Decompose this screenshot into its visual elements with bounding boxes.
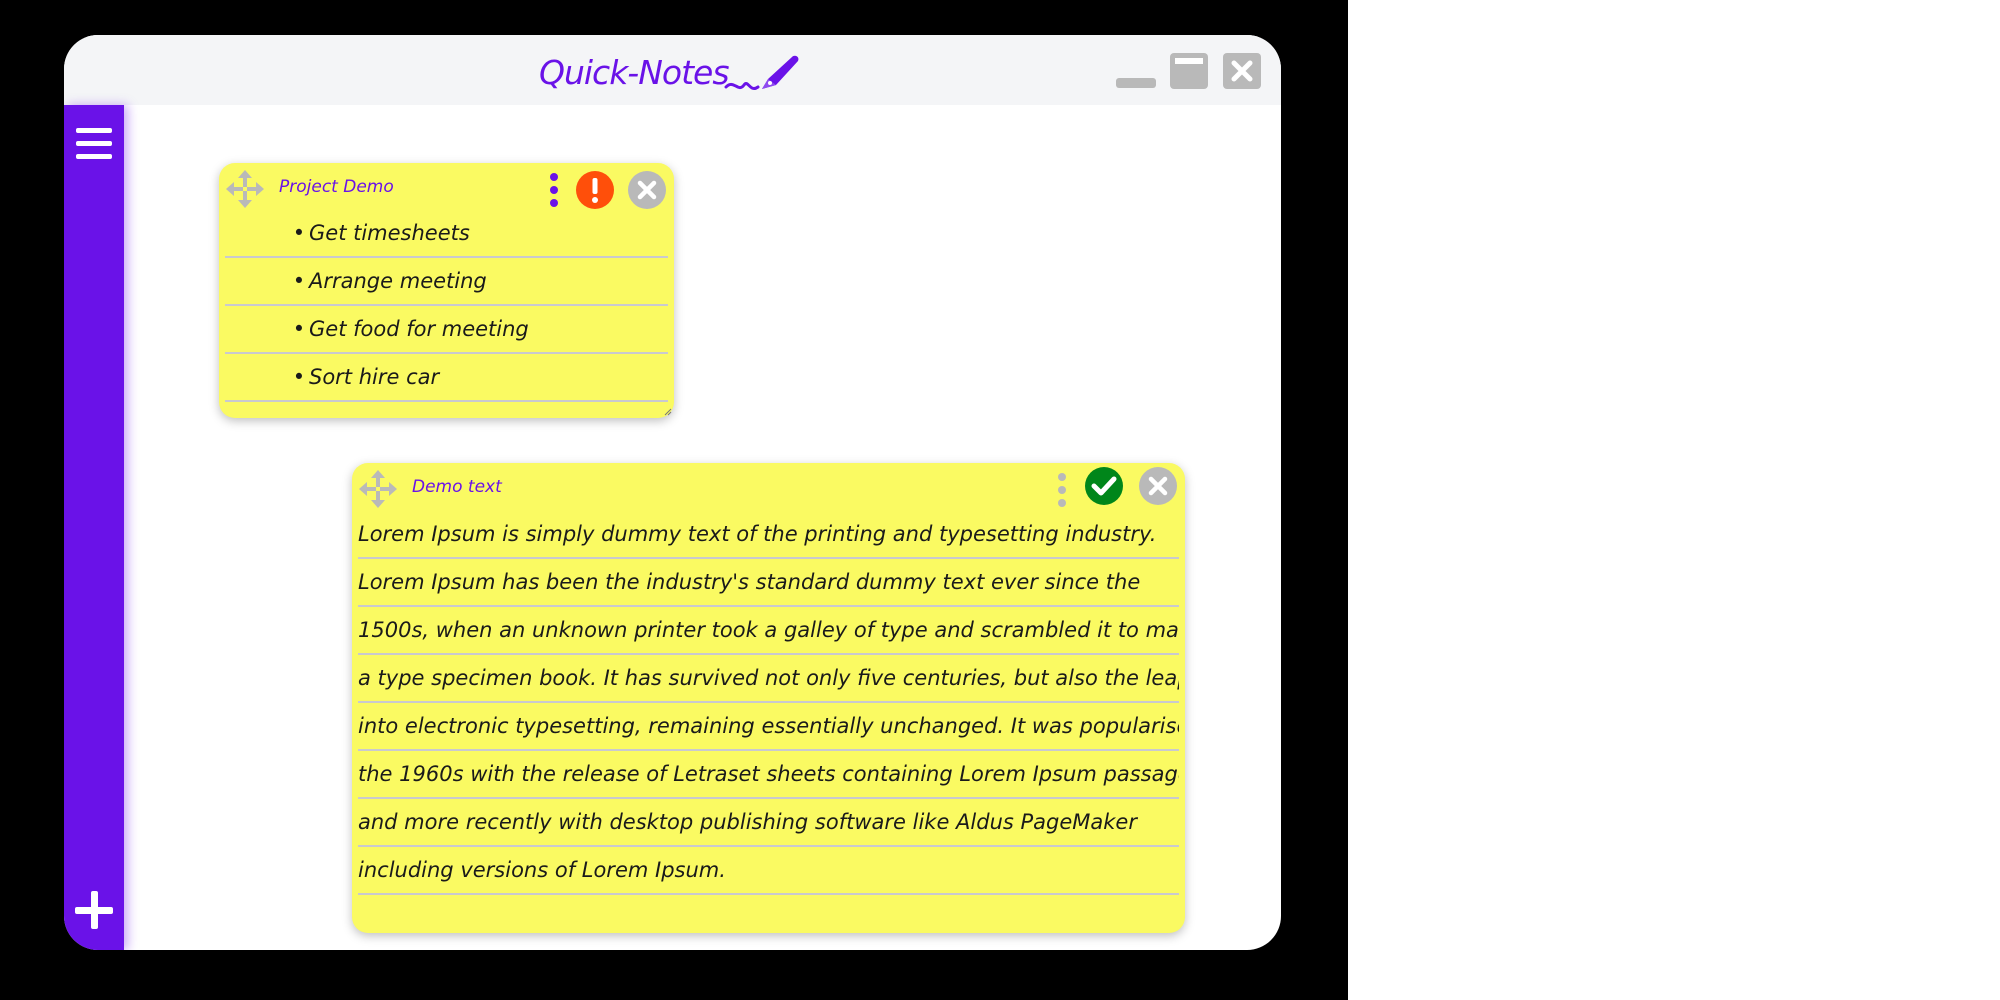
note-header: Project Demo <box>219 163 674 213</box>
list-item[interactable]: • Sort hire car <box>225 354 668 402</box>
list-item[interactable]: • Arrange meeting <box>225 258 668 306</box>
note-text-area[interactable]: Lorem Ipsum is simply dummy text of the … <box>358 511 1179 895</box>
checkmark-icon[interactable] <box>1084 466 1124 506</box>
close-note-icon[interactable] <box>627 170 667 210</box>
todo-list: • Get timesheets • Arrange meeting • Get fo… <box>225 210 668 402</box>
sidebar <box>64 105 124 950</box>
note-card[interactable]: Project Demo • Get timesheets • Arrange me… <box>219 163 674 418</box>
add-note-button[interactable] <box>75 891 113 929</box>
text-line: Lorem Ipsum is simply dummy text of the … <box>358 511 1179 559</box>
note-title[interactable]: Demo text <box>412 477 502 497</box>
move-icon[interactable] <box>225 169 265 209</box>
title-bar[interactable]: Quick-Notes <box>64 35 1281 105</box>
pen-icon <box>724 55 799 90</box>
text-line: including versions of Lorem Ipsum. <box>358 847 1179 895</box>
app-window: Quick-Notes Project Demo • Get timesheet… <box>64 35 1281 950</box>
move-icon[interactable] <box>358 469 398 509</box>
text-line: a type specimen book. It has survived no… <box>358 655 1179 703</box>
note-header: Demo text <box>352 463 1185 513</box>
text-line: and more recently with desktop publishin… <box>358 799 1179 847</box>
exclamation-icon[interactable] <box>575 170 615 210</box>
list-item[interactable]: • Get food for meeting <box>225 306 668 354</box>
note-title[interactable]: Project Demo <box>279 177 394 197</box>
note-card[interactable]: Demo text Lorem Ipsum is simply dummy te… <box>352 463 1185 933</box>
more-options-icon[interactable] <box>1057 473 1067 507</box>
text-line: 1500s, when an unknown printer took a ga… <box>358 607 1179 655</box>
minimize-button[interactable] <box>1116 78 1156 88</box>
close-icon <box>1231 60 1253 82</box>
app-title: Quick-Notes <box>539 53 730 92</box>
close-window-button[interactable] <box>1223 53 1261 89</box>
close-note-icon[interactable] <box>1138 466 1178 506</box>
hamburger-menu-icon[interactable] <box>76 128 112 160</box>
resize-handle[interactable] <box>664 408 672 416</box>
text-line: the 1960s with the release of Letraset s… <box>358 751 1179 799</box>
list-item[interactable]: • Get timesheets <box>225 210 668 258</box>
more-options-icon[interactable] <box>549 173 559 207</box>
text-line: Lorem Ipsum has been the industry's stan… <box>358 559 1179 607</box>
text-line: into electronic typesetting, remaining e… <box>358 703 1179 751</box>
maximize-button[interactable] <box>1170 53 1208 89</box>
